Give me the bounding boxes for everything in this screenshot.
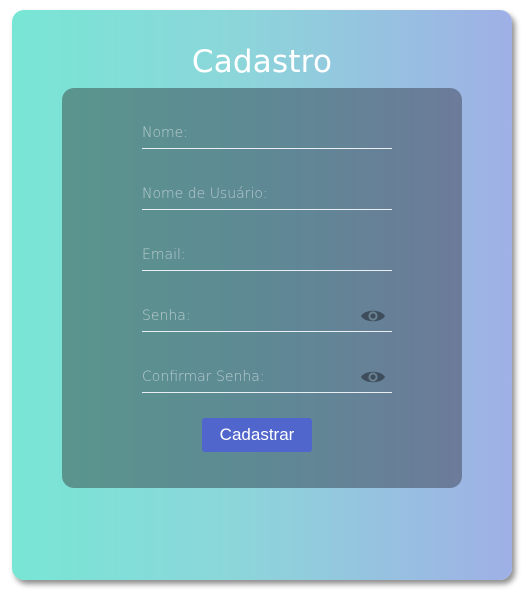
email-input[interactable] (142, 242, 357, 268)
username-field (142, 181, 392, 210)
submit-button[interactable]: Cadastrar (202, 418, 312, 452)
confirm-password-input[interactable] (142, 364, 357, 390)
confirm-password-field (142, 364, 392, 393)
username-input[interactable] (142, 181, 357, 207)
password-input[interactable] (142, 303, 357, 329)
email-field (142, 242, 392, 271)
password-field (142, 303, 392, 332)
page-title: Cadastro (191, 44, 333, 80)
name-input[interactable] (142, 120, 357, 146)
name-field (142, 120, 392, 149)
eye-icon[interactable] (360, 307, 386, 325)
eye-icon[interactable] (360, 368, 386, 386)
